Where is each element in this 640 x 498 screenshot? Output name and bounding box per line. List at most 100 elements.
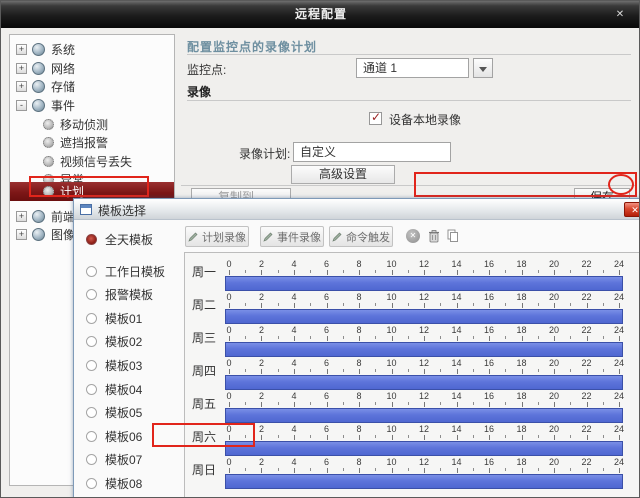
day-timeline[interactable]: 024681012141618202224 (225, 325, 623, 358)
window-close-icon[interactable]: ✕ (613, 8, 627, 22)
schedule-bar-track[interactable] (225, 375, 623, 390)
template-radio-0[interactable]: 全天模板 (86, 231, 153, 247)
axis-tick (570, 435, 571, 438)
schedule-bar-track[interactable] (225, 408, 623, 423)
template-radio-8[interactable]: 模板06 (86, 428, 142, 444)
radio-icon[interactable] (86, 478, 97, 489)
axis-tick-label: 6 (324, 325, 329, 335)
schedule-bar-segment[interactable] (225, 408, 623, 423)
axis-tick-label: 22 (581, 292, 591, 302)
axis-tick (570, 270, 571, 273)
sidebar-item-4[interactable]: 移动侦测 (10, 115, 174, 134)
sidebar-item-2[interactable]: +存储 (10, 77, 174, 96)
template-radio-label: 模板05 (105, 404, 142, 421)
expand-toggle-icon[interactable]: + (16, 63, 27, 74)
schedule-bar-track[interactable] (225, 309, 623, 324)
schedule-label: 录像计划: (239, 145, 290, 162)
axis-tick-label: 16 (484, 292, 494, 302)
schedule-bar-segment[interactable] (225, 309, 623, 324)
radio-icon[interactable] (86, 289, 97, 300)
day-timeline[interactable]: 024681012141618202224 (225, 424, 623, 457)
axis-tick (294, 270, 295, 275)
copy-icon[interactable] (446, 229, 459, 243)
camera-select[interactable]: 通道 1 (356, 58, 469, 78)
axis-tick (619, 435, 620, 440)
axis-tick (554, 435, 555, 440)
axis-tick (327, 303, 328, 308)
day-timeline[interactable]: 024681012141618202224 (225, 457, 623, 490)
clear-icon[interactable]: ✕ (406, 229, 420, 243)
schedule-day-row: 周一024681012141618202224 (185, 259, 640, 292)
axis-tick (440, 369, 441, 372)
axis-tick-label: 4 (291, 424, 296, 434)
axis-tick-label: 14 (451, 391, 461, 401)
expand-toggle-icon[interactable]: - (16, 100, 27, 111)
radio-icon[interactable] (86, 431, 97, 442)
command-trigger-button[interactable]: 命令触发 (329, 226, 393, 247)
expand-toggle-icon[interactable]: + (16, 229, 27, 240)
local-record-checkbox[interactable]: ✓ (369, 112, 382, 125)
axis-tick (245, 402, 246, 405)
time-axis: 024681012141618202224 (229, 325, 619, 341)
axis-tick-label: 10 (386, 457, 396, 467)
template-radio-6[interactable]: 模板04 (86, 381, 142, 397)
axis-tick (343, 468, 344, 471)
day-timeline[interactable]: 024681012141618202224 (225, 259, 623, 292)
template-radio-4[interactable]: 模板02 (86, 333, 142, 349)
schedule-select[interactable]: 自定义 (293, 142, 451, 162)
axis-tick-label: 20 (549, 325, 559, 335)
axis-tick-label: 24 (614, 424, 624, 434)
axis-tick-label: 8 (356, 358, 361, 368)
radio-icon[interactable] (86, 454, 97, 465)
radio-icon[interactable] (86, 360, 97, 371)
schedule-bar-track[interactable] (225, 474, 623, 489)
schedule-bar-segment[interactable] (225, 375, 623, 390)
schedule-bar-segment[interactable] (225, 474, 623, 489)
sidebar-item-5[interactable]: 遮挡报警 (10, 133, 174, 152)
radio-icon[interactable] (86, 313, 97, 324)
trash-icon[interactable] (427, 229, 441, 244)
radio-icon[interactable] (86, 384, 97, 395)
expand-toggle-icon[interactable]: + (16, 211, 27, 222)
template-radio-3[interactable]: 模板01 (86, 310, 142, 326)
sidebar-item-0[interactable]: +系统 (10, 40, 174, 59)
axis-tick-label: 12 (419, 391, 429, 401)
axis-tick (392, 435, 393, 440)
template-radio-1[interactable]: 工作日模板 (86, 263, 165, 279)
schedule-record-button[interactable]: 计划录像 (185, 226, 249, 247)
template-radio-10[interactable]: 模板08 (86, 475, 142, 491)
schedule-bar-track[interactable] (225, 441, 623, 456)
expand-toggle-icon[interactable]: + (16, 44, 27, 55)
radio-icon[interactable] (86, 234, 97, 245)
schedule-bar-track[interactable] (225, 342, 623, 357)
camera-select-dropdown-button[interactable] (473, 58, 493, 78)
radio-icon[interactable] (86, 336, 97, 347)
day-timeline[interactable]: 024681012141618202224 (225, 292, 623, 325)
event-record-button[interactable]: 事件录像 (260, 226, 324, 247)
sidebar-item-6[interactable]: 视频信号丢失 (10, 152, 174, 171)
day-timeline[interactable]: 024681012141618202224 (225, 358, 623, 391)
axis-tick (245, 369, 246, 372)
day-timeline[interactable]: 024681012141618202224 (225, 391, 623, 424)
axis-tick (505, 468, 506, 471)
radio-icon[interactable] (86, 266, 97, 277)
radio-icon[interactable] (86, 407, 97, 418)
dialog-close-button[interactable]: ✕ (624, 202, 640, 217)
template-radio-5[interactable]: 模板03 (86, 357, 142, 373)
advanced-settings-button[interactable]: 高级设置 (291, 165, 395, 184)
template-radio-9[interactable]: 模板07 (86, 451, 142, 467)
sidebar-item-3[interactable]: -事件 (10, 96, 174, 115)
template-radio-7[interactable]: 模板05 (86, 404, 142, 420)
sidebar-item-1[interactable]: +网络 (10, 59, 174, 78)
axis-tick (359, 435, 360, 440)
schedule-bar-segment[interactable] (225, 342, 623, 357)
template-radio-2[interactable]: 报警模板 (86, 286, 153, 302)
device-category-icon (32, 43, 45, 56)
expand-toggle-icon[interactable]: + (16, 81, 27, 92)
axis-tick (603, 402, 604, 405)
axis-tick (457, 270, 458, 275)
schedule-bar-segment[interactable] (225, 276, 623, 291)
schedule-bar-track[interactable] (225, 276, 623, 291)
schedule-bar-segment[interactable] (225, 441, 623, 456)
axis-tick-label: 6 (324, 424, 329, 434)
